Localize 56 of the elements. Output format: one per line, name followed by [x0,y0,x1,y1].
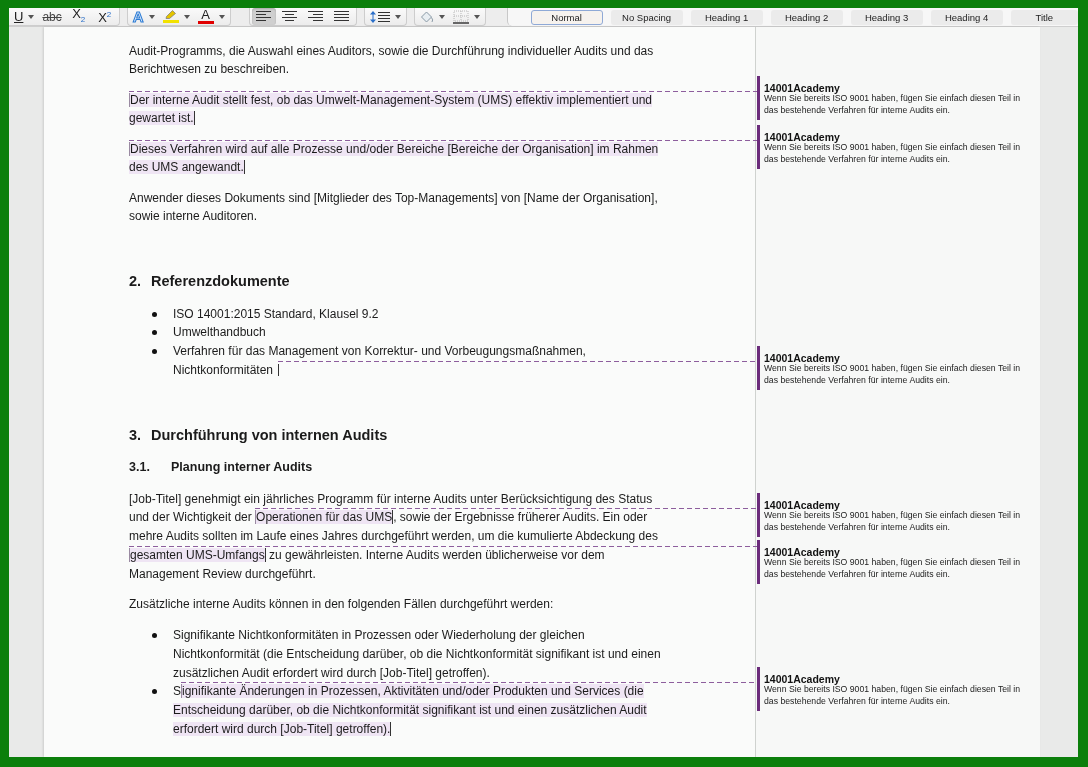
body-paragraph: [Job-Titel] genehmigt ein jährliches Programm für interne Audits unter Berücksichtigung des Status und der Wichtigkeit der Operationen für das UMS, sowie der Ergebnisse früherer Audits. Ein oder mehre Audits sollten im Laufe eines Jahres durchgeführt werden, um die kumulierte Abdeckung des gesamten UMS-Umfangs zu gewährleisten. Interne Audits werden üblicherweise vor dem Management Review durchgeführt. [129,490,659,583]
comment-author: 14001Academy [764,82,840,93]
comment-author: 14001Academy [764,674,840,685]
heading-text: Durchführung von internen Audits [151,425,388,445]
comment-text: Wenn Sie bereits ISO 9001 haben, fügen Sie einfach diesen Teil in das bestehende Verfahren für interne Audits ein. [764,141,1022,165]
comment-text: Wenn Sie bereits ISO 9001 haben, fügen Sie einfach diesen Teil in das bestehende Verfahren für interne Audits ein. [764,684,1022,708]
comment-card[interactable]: 14001Academy Wenn Sie bereits ISO 9001 haben, fügen Sie einfach diesen Teil in das bestehende Verfahren für interne Audits ein. [757,75,1029,120]
justify-icon [334,11,350,22]
comment-author: 14001Academy [764,500,840,511]
heading-text: Referenzdokumente [151,272,290,291]
list-item-text: Verfahren für das Management von Korrektur- und Vorbeugungsmaßnahmen, Nichtkonformitäten [173,343,587,379]
style-button[interactable]: Heading 4 [930,9,1003,25]
strikethrough-button[interactable]: abc [39,8,65,25]
align-center-icon [282,11,298,22]
superscript-button[interactable]: X$^{2}$ [92,8,117,25]
list-item-text: Umwelthandbuch [173,324,267,342]
style-button[interactable]: Title [1010,9,1078,25]
style-button[interactable]: Heading 2 [770,9,843,25]
bullet-icon [152,311,157,317]
body-paragraph: Zusätzliche interne Audits können in den folgenden Fällen durchgeführt werden: [129,595,555,613]
style-button[interactable]: Normal [530,9,603,25]
body-paragraph: Audit-Programms, die Auswahl eines Auditors, sowie die Durchführung individueller Audits und das Berichtwesen zu beschreiben. [129,42,655,79]
body-paragraph: Anwender dieses Dokuments sind [Mitglieder des Top-Managements] von [Name der Organisation], sowie interne Auditoren. [129,189,659,226]
comment-author: 14001Academy [764,547,840,558]
list-item-text: ISO 14001:2015 Standard, Klausel 9.2 [173,305,380,323]
line-spacing-icon [369,10,390,23]
comment-card[interactable]: 14001Academy Wenn Sie bereits ISO 9001 haben, fügen Sie einfach diesen Teil in das bestehende Verfahren für interne Audits ein. [757,345,1029,390]
paint-bucket-icon [419,10,434,23]
comment-card[interactable]: 14001Academy Wenn Sie bereits ISO 9001 haben, fügen Sie einfach diesen Teil in das bestehende Verfahren für interne Audits ein. [757,667,1029,712]
bullet-icon [152,330,157,336]
heading-number: 3.1. [129,459,151,477]
bullet-icon [152,349,157,355]
align-left-icon [256,11,272,22]
align-right-icon [308,11,324,22]
comment-text: Wenn Sie bereits ISO 9001 haben, fügen Sie einfach diesen Teil in das bestehende Verfahren für interne Audits ein. [764,557,1022,581]
border-grid-icon [452,9,469,24]
font-color-button[interactable]: A [194,8,228,25]
align-left-button[interactable] [251,8,276,25]
bullet-icon [152,689,157,695]
bullet-icon [152,633,157,638]
list-item-text: Signifikante Nichtkonformitäten in Prozessen oder Wiederholung der gleichen Nichtkonformität (die Entscheidung darüber, ob die Nichtkonformität signifikant ist und einen zusätzlichen Audit erfordert wird durch [Job-Titel] getroffen). [173,627,662,682]
subscript-button[interactable]: X$_{2}$ [66,8,91,25]
style-button[interactable]: Heading 3 [850,9,923,25]
comment-text: Wenn Sie bereits ISO 9001 haben, fügen Sie einfach diesen Teil in das bestehende Verfahren für interne Audits ein. [764,510,1022,534]
comment-card[interactable]: 14001Academy Wenn Sie bereits ISO 9001 haben, fügen Sie einfach diesen Teil in das bestehende Verfahren für interne Audits ein. [757,124,1029,169]
heading-number: 2. [129,272,143,291]
underline-button[interactable]: U [11,8,38,25]
highlighter-icon [164,10,177,19]
comment-card[interactable]: 14001Academy Wenn Sie bereits ISO 9001 haben, fügen Sie einfach diesen Teil in das bestehende Verfahren für interne Audits ein. [757,493,1029,538]
comment-card[interactable]: 14001Academy Wenn Sie bereits ISO 9001 haben, fügen Sie einfach diesen Teil in das bestehende Verfahren für interne Audits ein. [757,540,1029,585]
heading-number: 3. [129,425,143,445]
style-button[interactable]: Heading 1 [690,9,763,25]
comment-text: Wenn Sie bereits ISO 9001 haben, fügen Sie einfach diesen Teil in das bestehende Verfahren für interne Audits ein. [764,92,1022,116]
heading-text: Planung interner Audits [171,459,313,477]
style-button[interactable]: No Spacing [610,9,683,25]
comment-author: 14001Academy [764,131,840,142]
